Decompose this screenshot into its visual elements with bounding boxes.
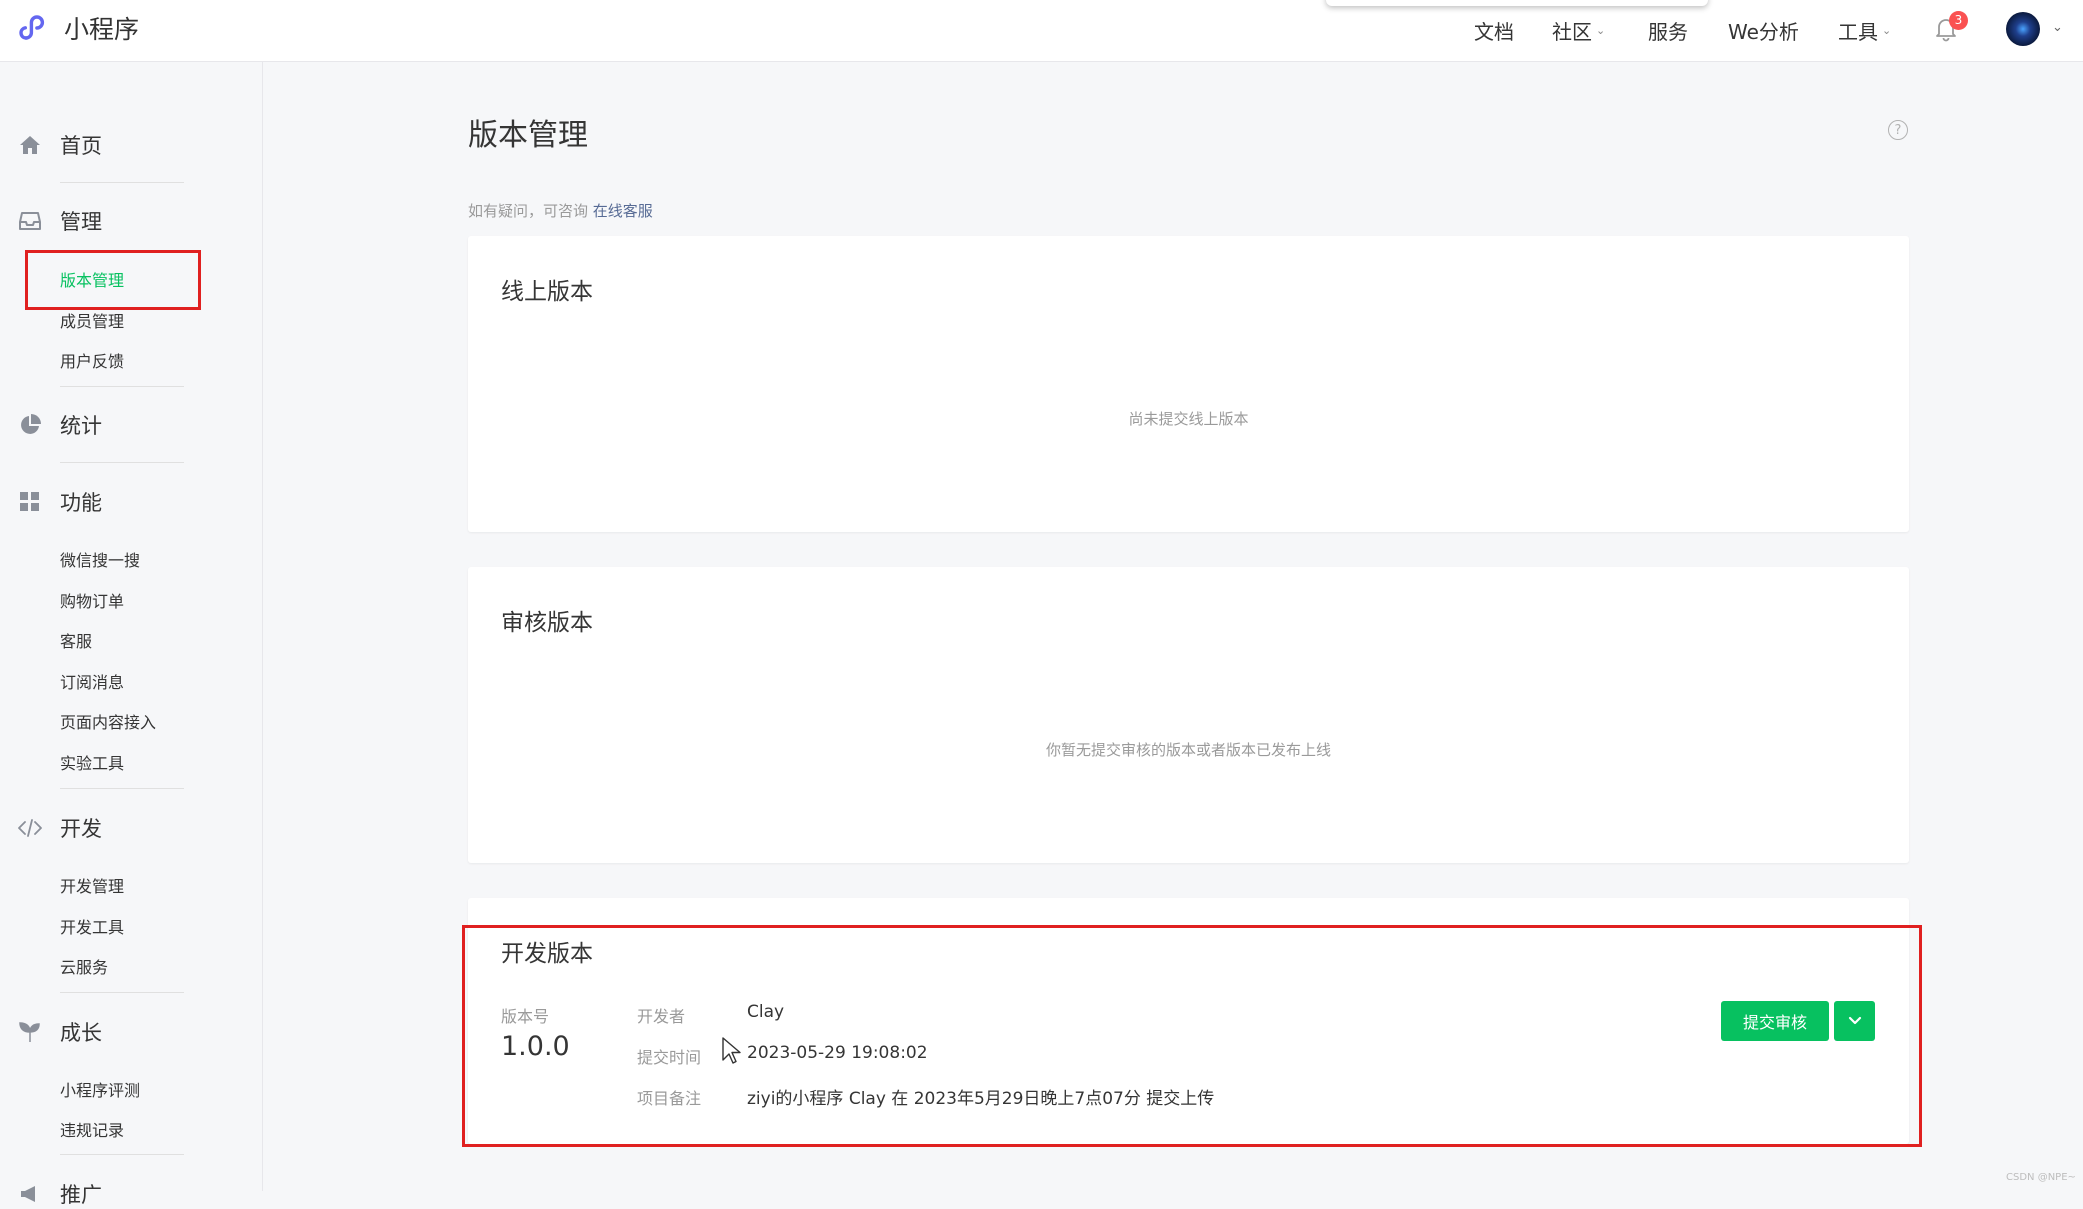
sidebar-divider xyxy=(60,1154,184,1155)
card-title: 审核版本 xyxy=(501,610,593,636)
nav-we-analysis-label: We分析 xyxy=(1728,20,1799,44)
sprout-icon xyxy=(19,1022,40,1042)
sidebar-item-customer-service[interactable]: 客服 xyxy=(60,628,92,652)
highlight-box-dev-version xyxy=(462,925,1922,1147)
sidebar-item-user-feedback[interactable]: 用户反馈 xyxy=(60,348,124,372)
nav-tools[interactable]: 工具 ⌄ xyxy=(1838,16,1891,45)
sidebar-item-page-content[interactable]: 页面内容接入 xyxy=(60,709,156,733)
sidebar-group-label: 功能 xyxy=(60,491,102,515)
sidebar-group-growth[interactable]: 成长 xyxy=(0,1019,263,1045)
sidebar-item-evaluation[interactable]: 小程序评测 xyxy=(60,1077,140,1101)
sidebar-divider xyxy=(60,992,184,993)
online-version-card: 线上版本 尚未提交线上版本 xyxy=(468,236,1909,532)
sidebar-group-label: 管理 xyxy=(60,210,102,234)
nav-community[interactable]: 社区 ⌄ xyxy=(1552,16,1605,45)
popup-edge xyxy=(1326,0,1708,6)
top-bar: 小程序 文档 社区 ⌄ 服务 We分析 工具 ⌄ 3 ⌄ xyxy=(0,0,2083,62)
online-support-link[interactable]: 在线客服 xyxy=(593,202,653,220)
sidebar-divider xyxy=(60,788,184,789)
chevron-down-icon[interactable]: ⌄ xyxy=(2052,20,2063,35)
sidebar-item-dev-manage[interactable]: 开发管理 xyxy=(60,873,124,897)
mouse-cursor-icon xyxy=(722,1037,741,1064)
nav-tools-label: 工具 xyxy=(1838,20,1878,44)
empty-state-text: 你暂无提交审核的版本或者版本已发布上线 xyxy=(1045,741,1331,759)
sidebar-item-wechat-search[interactable]: 微信搜一搜 xyxy=(60,547,140,571)
review-version-card: 审核版本 你暂无提交审核的版本或者版本已发布上线 xyxy=(468,567,1909,863)
logo[interactable]: 小程序 xyxy=(18,10,139,46)
sidebar-divider xyxy=(60,462,184,463)
sidebar-divider xyxy=(60,386,184,387)
help-icon[interactable]: ? xyxy=(1888,120,1908,140)
megaphone-icon xyxy=(21,1186,35,1202)
sidebar-item-member-manage[interactable]: 成员管理 xyxy=(60,308,124,332)
sidebar-item-violation-records[interactable]: 违规记录 xyxy=(60,1117,124,1141)
pie-chart-icon xyxy=(21,414,41,434)
sidebar-item-subscribe-messages[interactable]: 订阅消息 xyxy=(60,669,124,693)
sidebar-item-shopping-orders[interactable]: 购物订单 xyxy=(60,588,124,612)
nav-docs-label: 文档 xyxy=(1474,20,1514,44)
sidebar-group-promotion[interactable]: 推广 xyxy=(0,1181,263,1207)
highlight-box-version-manage xyxy=(25,250,201,310)
watermark: CSDN @NPE~ xyxy=(2006,1172,2076,1183)
inbox-icon xyxy=(19,212,41,230)
sidebar: 首页 管理 版本管理 成员管理 用户反馈 统计 功能 微信搜一搜 购物订单 客服… xyxy=(0,62,263,1207)
sidebar-group-label: 成长 xyxy=(60,1021,102,1045)
sidebar-group-home[interactable]: 首页 xyxy=(0,132,263,158)
hint-text: 如有疑问，可咨询 在线客服 xyxy=(468,200,653,221)
sidebar-group-label: 推广 xyxy=(60,1183,102,1207)
page-title: 版本管理 xyxy=(468,118,588,153)
sidebar-divider xyxy=(60,182,184,183)
sidebar-item-dev-tools[interactable]: 开发工具 xyxy=(60,914,124,938)
sidebar-group-develop[interactable]: 开发 xyxy=(0,815,263,841)
miniprogram-logo-icon xyxy=(19,15,45,40)
nav-community-label: 社区 xyxy=(1552,20,1592,44)
home-icon xyxy=(20,136,40,154)
avatar[interactable] xyxy=(2006,12,2040,46)
chevron-down-icon: ⌄ xyxy=(1882,24,1892,37)
sidebar-group-manage[interactable]: 管理 xyxy=(0,208,263,234)
empty-state-text: 尚未提交线上版本 xyxy=(1128,410,1249,428)
hint-label: 如有疑问，可咨询 xyxy=(468,202,593,220)
nav-docs[interactable]: 文档 xyxy=(1474,16,1514,45)
chevron-down-icon: ⌄ xyxy=(1596,24,1606,37)
card-title: 线上版本 xyxy=(501,279,593,305)
sidebar-group-label: 开发 xyxy=(60,817,102,841)
sidebar-group-features[interactable]: 功能 xyxy=(0,489,263,515)
nav-services-label: 服务 xyxy=(1648,20,1688,44)
code-icon xyxy=(18,819,42,837)
app-name: 小程序 xyxy=(64,15,140,44)
sidebar-item-cloud-service[interactable]: 云服务 xyxy=(60,954,108,978)
sidebar-group-label: 首页 xyxy=(60,134,102,158)
grid-icon xyxy=(20,492,39,511)
nav-services[interactable]: 服务 xyxy=(1648,16,1688,45)
sidebar-group-label: 统计 xyxy=(60,414,102,438)
notification-badge: 3 xyxy=(1949,11,1968,30)
nav-we-analysis[interactable]: We分析 xyxy=(1728,16,1799,45)
sidebar-group-stats[interactable]: 统计 xyxy=(0,412,263,438)
sidebar-item-experiment-tools[interactable]: 实验工具 xyxy=(60,750,124,774)
